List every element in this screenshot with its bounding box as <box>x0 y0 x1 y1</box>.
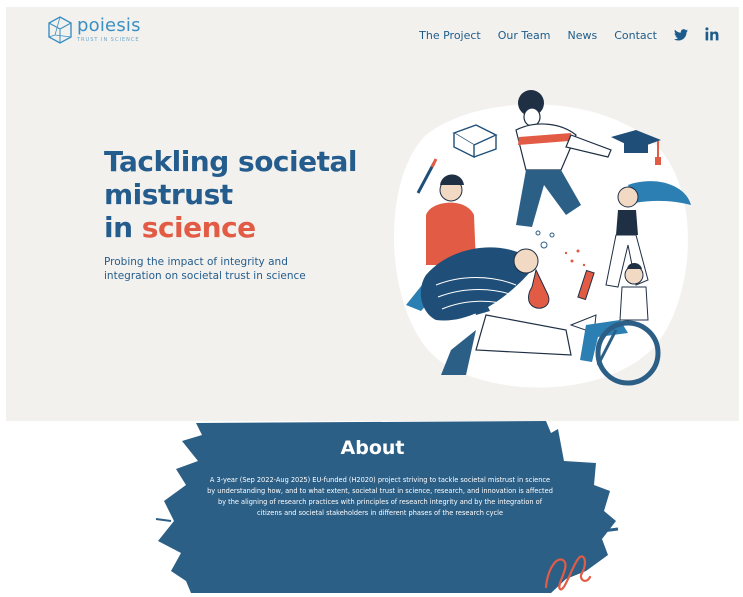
about-text: A 3-year (Sep 2022-Aug 2025) EU-funded (… <box>207 476 553 517</box>
nav-our-team[interactable]: Our Team <box>498 29 551 42</box>
nav-contact[interactable]: Contact <box>614 29 657 42</box>
linkedin-icon[interactable] <box>705 26 719 45</box>
hero-illustration <box>393 90 691 388</box>
nav-the-project[interactable]: The Project <box>419 29 481 42</box>
twitter-icon[interactable] <box>674 26 688 45</box>
hero-title-line2: mistrust <box>104 178 233 211</box>
hero-title-accent: science <box>141 211 256 244</box>
page: poiesis TRUST IN SCIENCE The Project Our… <box>6 7 739 593</box>
squiggle-decoration <box>544 555 592 591</box>
logo-name: poiesis <box>77 15 141 36</box>
hero-title: Tackling societal mistrust in science <box>104 145 358 244</box>
about-title: About <box>340 437 405 459</box>
main-nav: The Project Our Team News Contact <box>402 26 719 45</box>
header: poiesis TRUST IN SCIENCE The Project Our… <box>6 7 739 59</box>
nav-news[interactable]: News <box>567 29 597 42</box>
hero-subtitle: Probing the impact of integrity and inte… <box>104 256 306 282</box>
logo-tagline: TRUST IN SCIENCE <box>77 37 140 43</box>
logo-icon <box>48 16 72 44</box>
hero-title-line3: in science <box>104 211 357 244</box>
hero-title-line1: Tackling societal <box>104 145 358 178</box>
hero-title-prefix: in <box>104 211 142 244</box>
logo[interactable]: poiesis TRUST IN SCIENCE <box>46 15 141 45</box>
